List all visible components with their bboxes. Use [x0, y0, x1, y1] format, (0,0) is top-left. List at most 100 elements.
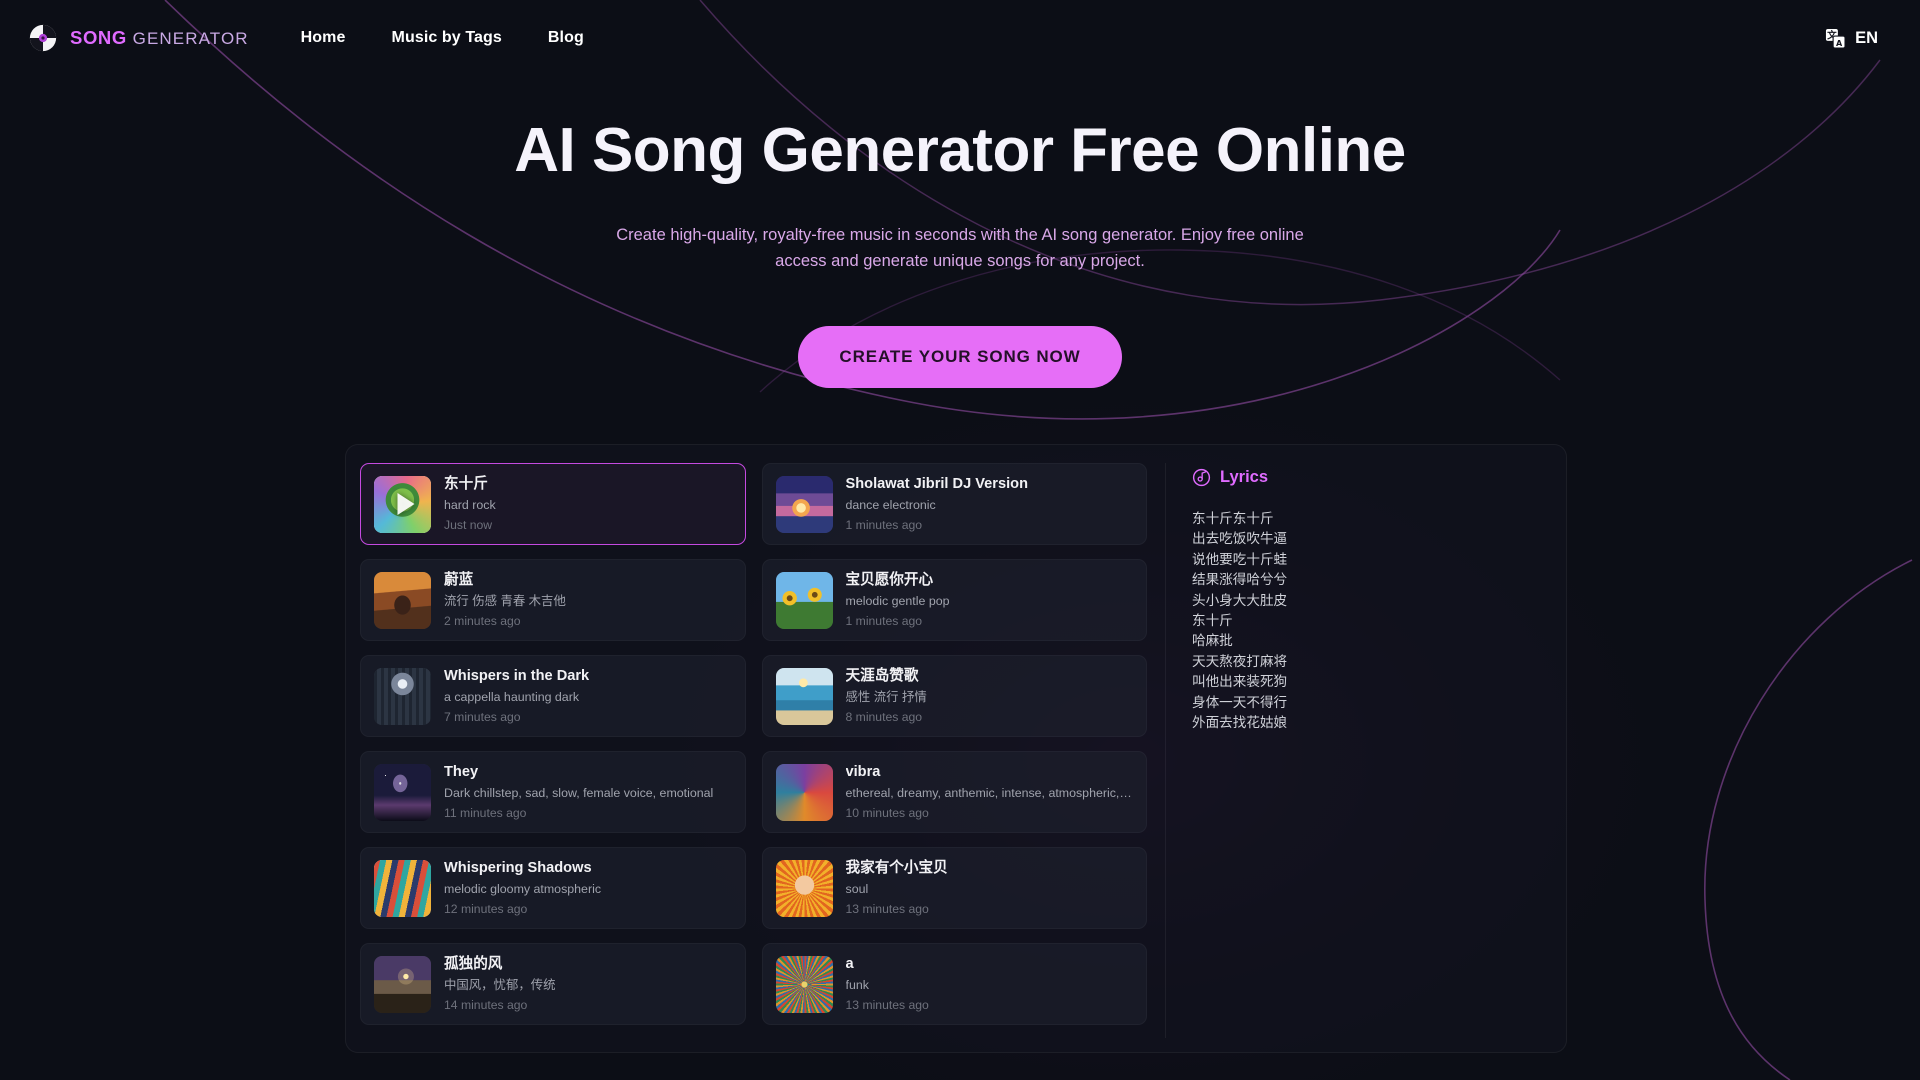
song-title: Whispering Shadows	[444, 860, 592, 877]
showcase-panel: 东十斤 hard rock Just now 蔚蓝流行 伤感 青春 木吉他 2 minu…	[345, 444, 1567, 1053]
song-thumbnail[interactable]	[775, 955, 833, 1013]
song-title: Whispers in the Dark	[444, 668, 590, 685]
song-timestamp: 12 minutes ago	[444, 902, 528, 917]
song-list-item[interactable]: a funk 13 minutes ago	[761, 943, 1147, 1025]
nav-item-music-by-tags[interactable]: Music by Tags	[392, 29, 502, 47]
song-list-item[interactable]: 东十斤 hard rock Just now	[360, 463, 746, 545]
brand-logo[interactable]: SONG GENERATOR	[28, 23, 249, 53]
song-thumbnail[interactable]	[374, 571, 431, 629]
song-timestamp: 2 minutes ago	[444, 614, 521, 629]
song-meta: 我家有个小宝贝 soul 13 minutes ago	[846, 859, 1134, 917]
brand-name-light: GENERATOR	[132, 29, 249, 48]
song-thumbnail[interactable]	[775, 667, 833, 725]
song-thumbnail[interactable]	[374, 859, 431, 917]
music-disc-icon	[1192, 468, 1211, 487]
starry-galaxy-couple-art	[374, 763, 431, 821]
song-list-item[interactable]: vibra ethereal, dreamy, anthemic, intense…	[761, 751, 1147, 833]
translate-icon: 文 A	[1825, 28, 1846, 49]
vinyl-disc-icon	[28, 23, 58, 53]
song-tags: funk	[845, 978, 869, 993]
radial-rays-art	[775, 955, 833, 1013]
song-tags: 流行 伤感 青春 木吉他	[444, 594, 566, 609]
nav-item-home[interactable]: Home	[301, 29, 346, 47]
song-meta: They Dark chillstep, sad, slow, female vo…	[444, 763, 732, 821]
island-lighthouse-art	[775, 667, 833, 725]
song-title: 天涯岛赞歌	[845, 668, 919, 685]
lyrics-panel: Lyrics 东十斤东十斤 出去吃饭吹牛逼 说他要吃十斤蛙 结果涨得哈兮兮 头小身大大肚…	[1166, 463, 1552, 1038]
song-timestamp: 8 minutes ago	[845, 710, 923, 725]
lyrics-line: 外面去找花姑娘	[1192, 715, 1288, 731]
smiling-child-sunburst-art	[775, 859, 833, 917]
language-label: EN	[1855, 28, 1878, 47]
lyrics-header: Lyrics	[1192, 468, 1552, 487]
lyrics-line: 东十斤东十斤	[1192, 511, 1274, 526]
song-timestamp: 13 minutes ago	[845, 998, 929, 1013]
song-list-item[interactable]: Sholawat Jibril DJ Version dance electron…	[761, 463, 1147, 545]
song-thumbnail[interactable]	[775, 571, 833, 629]
song-timestamp: 13 minutes ago	[845, 902, 929, 917]
song-meta: 蔚蓝流行 伤感 青春 木吉他 2 minutes ago	[444, 571, 732, 629]
lone-tree-moonlit-road-art	[374, 955, 431, 1013]
page-root: SONG GENERATOR Home Music by Tags Blog 文…	[0, 0, 1920, 1080]
song-title: 东十斤	[444, 476, 488, 493]
song-thumbnail[interactable]	[374, 667, 431, 725]
song-title: 我家有个小宝贝	[845, 860, 948, 877]
song-title: 蔚蓝	[444, 572, 474, 589]
autumn-arch-door-art	[374, 571, 431, 629]
song-tags: 感性 流行 抒情	[845, 690, 927, 705]
song-thumbnail[interactable]	[374, 763, 431, 821]
moonlit-forest-art	[374, 667, 431, 725]
song-thumbnail[interactable]	[374, 955, 431, 1013]
song-title: They	[444, 764, 479, 781]
song-thumbnail[interactable]	[374, 475, 431, 533]
cta-container: CREATE YOUR SONG NOW	[0, 326, 1920, 389]
song-column-left: 东十斤 hard rock Just now 蔚蓝流行 伤感 青春 木吉他 2 minu…	[360, 463, 746, 1038]
song-thumbnail[interactable]	[775, 475, 833, 533]
language-switcher[interactable]: 文 A EN	[1825, 28, 1892, 49]
song-list-item[interactable]: 宝贝愿你开心 melodic gentle pop 1 minutes ago	[761, 559, 1147, 641]
lyrics-line: 哈麻批	[1192, 633, 1233, 649]
song-tags: dance electronic	[845, 498, 936, 513]
play-icon[interactable]	[397, 493, 414, 515]
page-title: AI Song Generator Free Online	[514, 116, 1406, 185]
song-column-right: Sholawat Jibril DJ Version dance electron…	[761, 463, 1147, 1038]
song-list-item[interactable]: 天涯岛赞歌感性 流行 抒情 8 minutes ago	[761, 655, 1147, 737]
song-list-item[interactable]: They Dark chillstep, sad, slow, female vo…	[360, 751, 746, 833]
lyrics-line: 头小身大大肚皮	[1192, 592, 1288, 608]
song-list-item[interactable]: Whispering Shadows melodic gloomy atmosph…	[360, 847, 746, 929]
sunflower-field-art	[775, 571, 833, 629]
song-tags: soul	[845, 882, 869, 897]
lyrics-lines: 东十斤东十斤 出去吃饭吹牛逼 说他要吃十斤蛙 结果涨得哈兮兮 头小身大大肚皮 东十斤 哈麻批…	[1192, 509, 1552, 733]
song-list: 东十斤 hard rock Just now 蔚蓝流行 伤感 青春 木吉他 2 minu…	[360, 463, 1166, 1038]
song-meta: Whispers in the Dark a cappella haunting …	[444, 667, 732, 725]
main-nav: Home Music by Tags Blog	[301, 29, 584, 47]
hero-section: AI Song Generator Free Online Create hig…	[0, 76, 1920, 389]
nav-item-blog[interactable]: Blog	[548, 29, 584, 47]
lyrics-line: 叫他出来装死狗	[1192, 674, 1288, 690]
song-tags: Dark chillstep, sad, slow, female voice,…	[444, 786, 714, 801]
lyrics-line: 结果涨得哈兮兮	[1192, 572, 1288, 588]
brand-title: SONG GENERATOR	[70, 27, 249, 49]
colorful-ribbon-books-art	[374, 859, 431, 917]
svg-text:A: A	[1836, 38, 1843, 47]
mandala-bird-art	[775, 763, 833, 821]
song-list-item[interactable]: Whispers in the Dark a cappella haunting …	[360, 655, 746, 737]
song-list-item[interactable]: 蔚蓝流行 伤感 青春 木吉他 2 minutes ago	[360, 559, 746, 641]
song-meta: 东十斤 hard rock Just now	[444, 475, 732, 533]
song-timestamp: 7 minutes ago	[444, 710, 521, 725]
song-tags: a cappella haunting dark	[444, 690, 580, 705]
brand-name-strong: SONG	[70, 27, 127, 48]
song-list-item[interactable]: 孤独的风 中国风，忧郁，传统 14 minutes ago	[360, 943, 746, 1025]
song-thumbnail[interactable]	[775, 859, 833, 917]
song-title: a	[845, 956, 854, 973]
song-meta: 孤独的风 中国风，忧郁，传统 14 minutes ago	[444, 955, 732, 1013]
song-timestamp: 10 minutes ago	[845, 806, 929, 821]
dreamy-sunset-clouds-art	[775, 475, 833, 533]
song-timestamp: 14 minutes ago	[444, 998, 528, 1013]
song-thumbnail[interactable]	[775, 763, 833, 821]
lyrics-line: 说他要吃十斤蛙	[1192, 551, 1288, 567]
create-song-button[interactable]: CREATE YOUR SONG NOW	[798, 326, 1122, 389]
lyrics-line: 出去吃饭吹牛逼	[1192, 531, 1288, 547]
lyrics-title: Lyrics	[1220, 468, 1269, 486]
song-list-item[interactable]: 我家有个小宝贝 soul 13 minutes ago	[761, 847, 1147, 929]
